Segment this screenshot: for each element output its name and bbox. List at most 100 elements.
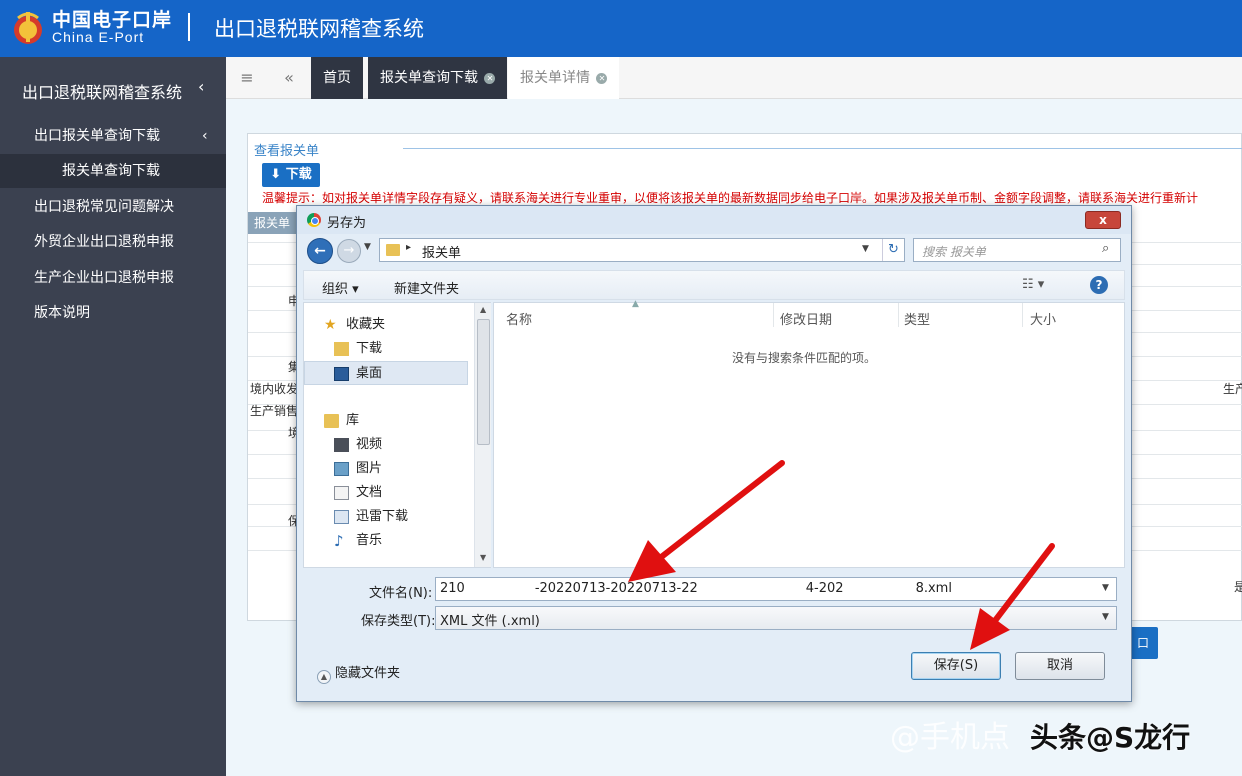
music-icon: ♪	[334, 532, 344, 550]
nav-scrollbar[interactable]: ▲ ▼	[474, 303, 491, 567]
desktop-icon	[334, 367, 349, 381]
navigation-row: ← → ▼ ▸ 报关单 ▼ ↻ 搜索 报关单 ⌕	[297, 234, 1131, 268]
nav-downloads[interactable]: 下载	[304, 337, 472, 361]
sidebar-item-version[interactable]: 版本说明	[0, 296, 226, 330]
tab-label: 报关单查询下载	[380, 70, 478, 86]
tab-label: 首页	[323, 70, 351, 86]
sidebar-item-label: 出口退税常见问题解决	[34, 199, 174, 215]
address-bar[interactable]: ▸ 报关单 ▼ ↻	[379, 238, 905, 262]
chrome-icon	[307, 213, 321, 227]
hide-folders-label: 隐藏文件夹	[335, 666, 401, 681]
cancel-button[interactable]: 取消	[1015, 652, 1105, 680]
star-icon: ★	[324, 317, 337, 333]
sidebar-title[interactable]: 出口退税联网稽查系统	[22, 79, 182, 103]
nav-label: 下载	[356, 341, 383, 356]
view-title: 查看报关单	[254, 144, 320, 159]
nav-desktop[interactable]: 桌面	[304, 361, 468, 385]
menu-icon[interactable]: ≡	[226, 57, 268, 99]
app-header: 中国电子口岸 China E-Port 出口退税联网稽查系统	[0, 0, 1242, 57]
filename-part: -20220713-20220713-22	[534, 581, 698, 596]
nav-thunder-downloads[interactable]: 迅雷下载	[304, 505, 472, 529]
header-divider	[188, 13, 190, 41]
chevron-left-icon[interactable]: ‹	[198, 77, 204, 96]
search-box[interactable]: 搜索 报关单 ⌕	[913, 238, 1121, 262]
sidebar-item-declaration-download[interactable]: 报关单查询下载	[0, 154, 226, 188]
close-tab-icon[interactable]: ✕	[596, 72, 608, 84]
dialog-title: 另存为	[327, 216, 367, 231]
tab-home[interactable]: 首页	[311, 57, 363, 99]
sidebar-item-trade-enterprise[interactable]: 外贸企业出口退税申报	[0, 225, 226, 259]
nav-label: 库	[346, 413, 360, 428]
tab-bar: ≡ « 首页 报关单查询下载 ✕ 报关单详情 ✕	[226, 57, 1242, 99]
download-label: 下载	[285, 167, 312, 182]
sort-indicator-icon: ▲	[632, 299, 639, 309]
filetype-dropdown-icon[interactable]: ▼	[1102, 612, 1109, 622]
download-button[interactable]: ⬇ 下载	[262, 163, 320, 187]
empty-message: 没有与搜索条件匹配的项。	[732, 351, 877, 365]
breadcrumb-arrow-icon[interactable]: ▸	[406, 242, 411, 253]
forward-arrow-icon[interactable]: →	[337, 239, 361, 263]
sidebar-item-production-enterprise[interactable]: 生产企业出口退税申报	[0, 261, 226, 295]
filetype-value: XML 文件 (.xml)	[440, 614, 540, 629]
sidebar: 出口退税联网稽查系统 ‹ 出口报关单查询下载 ‹ 报关单查询下载 出口退税常见问…	[0, 57, 226, 776]
form-label: 生产	[1223, 382, 1242, 396]
chevron-up-icon: ▲	[317, 670, 331, 684]
address-dropdown-icon[interactable]: ▼	[862, 244, 869, 254]
view-options-icon[interactable]: ☷ ▾	[1022, 277, 1044, 292]
organize-menu[interactable]: 组织 ▾	[322, 278, 359, 297]
filetype-label: 保存类型(T):	[361, 614, 436, 629]
column-name[interactable]: 名称	[506, 309, 532, 328]
column-size[interactable]: 大小	[1030, 309, 1056, 328]
downloads-folder-icon	[334, 342, 349, 356]
nav-videos[interactable]: 视频	[304, 433, 472, 457]
filename-value: 210 -20220713-20220713-22 4-202 8.xml	[440, 581, 952, 596]
nav-favorites[interactable]: ★ 收藏夹	[304, 313, 472, 337]
sidebar-item-faq[interactable]: 出口退税常见问题解决	[0, 190, 226, 224]
save-button[interactable]: 保存(S)	[911, 652, 1001, 680]
nav-pictures[interactable]: 图片	[304, 457, 472, 481]
page-action-button[interactable]: 口	[1128, 627, 1158, 659]
sidebar-item-export-declaration[interactable]: 出口报关单查询下载 ‹	[0, 119, 226, 153]
nav-music[interactable]: ♪ 音乐	[304, 529, 472, 553]
double-chevron-left-icon[interactable]: «	[268, 57, 310, 99]
sidebar-item-label: 生产企业出口退税申报	[34, 270, 174, 286]
nav-label: 图片	[356, 461, 383, 476]
nav-documents[interactable]: 文档	[304, 481, 472, 505]
tab-declaration-download[interactable]: 报关单查询下载 ✕	[368, 57, 508, 99]
history-dropdown-icon[interactable]: ▼	[364, 242, 371, 252]
dialog-toolbar: 组织 ▾ 新建文件夹 ☷ ▾ ?	[303, 270, 1125, 300]
filename-dropdown-icon[interactable]: ▼	[1102, 583, 1109, 593]
close-button[interactable]: x	[1085, 211, 1121, 229]
tab-label: 报关单详情	[520, 70, 590, 86]
column-modified[interactable]: 修改日期	[780, 309, 832, 328]
tab-declaration-detail[interactable]: 报关单详情 ✕	[508, 57, 620, 99]
help-icon[interactable]: ?	[1090, 276, 1108, 294]
search-placeholder: 搜索 报关单	[922, 245, 986, 259]
column-divider	[898, 303, 899, 327]
close-tab-icon[interactable]: ✕	[484, 72, 496, 84]
scroll-up-icon[interactable]: ▲	[480, 305, 486, 314]
china-eport-logo-icon	[14, 12, 42, 44]
dialog-titlebar[interactable]: 另存为 x	[297, 206, 1131, 234]
filename-field[interactable]: 210 -20220713-20220713-22 4-202 8.xml ▼	[435, 577, 1117, 601]
column-type[interactable]: 类型	[904, 309, 930, 328]
scroll-thumb[interactable]	[477, 319, 490, 445]
scroll-down-icon[interactable]: ▼	[480, 553, 486, 562]
nav-label: 桌面	[356, 366, 383, 381]
sidebar-item-label: 外贸企业出口退税申报	[34, 234, 174, 250]
column-divider	[773, 303, 774, 327]
filetype-select[interactable]: XML 文件 (.xml) ▼	[435, 606, 1117, 630]
documents-icon	[334, 486, 349, 500]
nav-libraries[interactable]: 库	[304, 409, 472, 433]
search-icon[interactable]: ⌕	[1102, 241, 1109, 256]
logo-en-text: China E-Port	[52, 29, 145, 45]
filename-part: 4-202	[805, 581, 844, 596]
refresh-icon[interactable]: ↻	[882, 239, 904, 261]
back-arrow-icon[interactable]: ←	[307, 238, 333, 264]
sidebar-item-label: 报关单查询下载	[62, 163, 160, 179]
video-icon	[334, 438, 349, 452]
nav-label: 收藏夹	[346, 317, 386, 332]
hide-folders-toggle[interactable]: ▲ 隐藏文件夹	[317, 662, 400, 684]
form-label: 境内收发	[250, 382, 299, 396]
new-folder-button[interactable]: 新建文件夹	[394, 278, 459, 297]
